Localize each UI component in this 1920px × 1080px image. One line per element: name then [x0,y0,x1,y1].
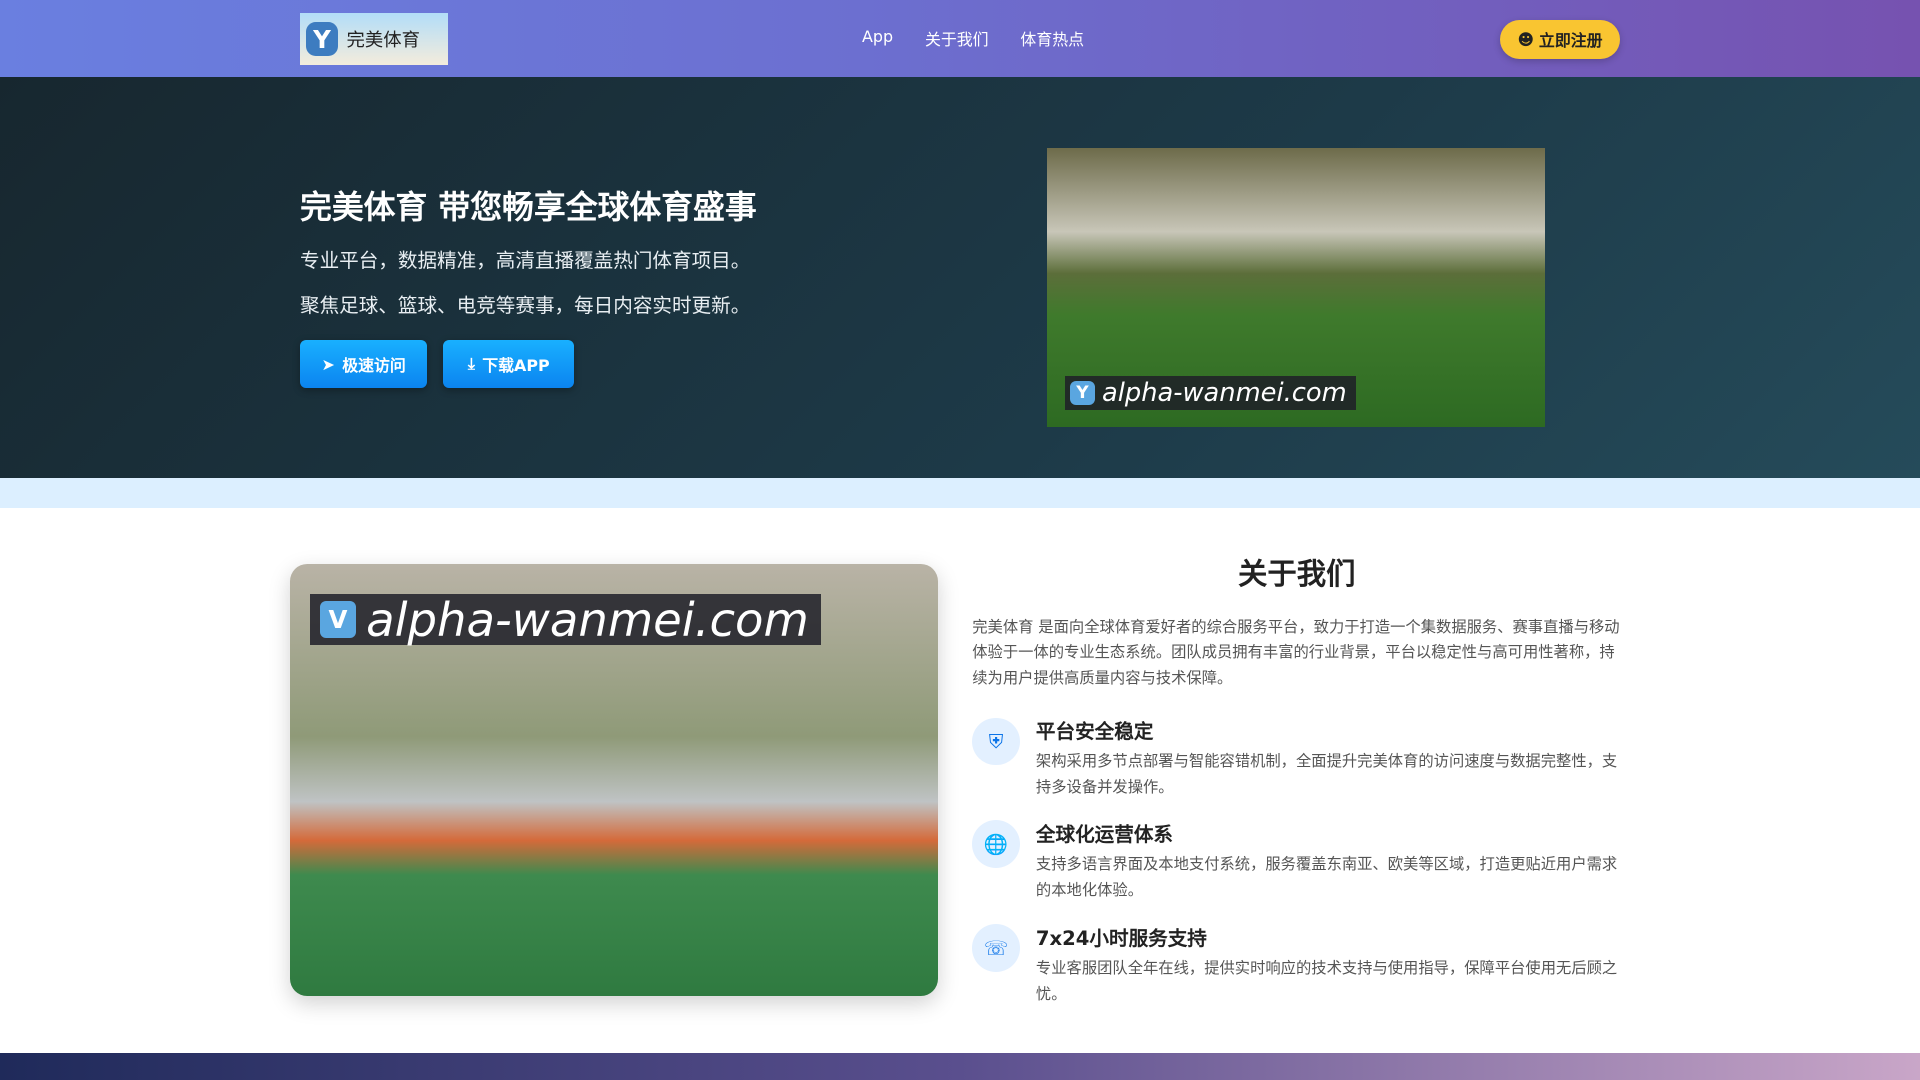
image-watermark: Y alpha-wanmei.com [1065,375,1357,411]
brand-name: 完美体育 [346,30,420,52]
watermark-logo-icon: V [319,601,357,638]
watermark-logo-icon: Y [1070,380,1095,406]
feature-item: 🌐 全球化运营体系 支持多语言界面及本地支付系统，服务覆盖东南亚、欧美等区域，打… [972,818,1621,903]
watermark-text: alpha-wanmei.com [1102,378,1347,409]
fast-access-label: 极速访问 [342,355,406,375]
top-nav: Y 完美体育 App 关于我们 体育热点 ☻ 立即注册 [0,0,1920,78]
hero-section: 完美体育 带您畅享全球体育盛事 专业平台，数据精准，高清直播覆盖热门体育项目。 … [0,77,1920,478]
feature-text: 架构采用多节点部署与智能容错机制，全面提升完美体育的访问速度与数据完整性，支持多… [1035,751,1618,796]
feature-title: 平台安全稳定 [1035,720,1154,744]
logo-icon: Y [306,22,338,57]
feature-title: 7x24小时服务支持 [1035,927,1207,951]
register-button[interactable]: ☻ 立即注册 [1500,19,1620,59]
nav-link-sports-news[interactable]: 体育热点 [1020,27,1084,50]
feature-text: 支持多语言界面及本地支付系统，服务覆盖东南亚、欧美等区域，打造更贴近用户需求的本… [1035,854,1618,899]
nav-link-app[interactable]: App [862,27,893,50]
hero-title: 完美体育 带您畅享全球体育盛事 [300,188,757,227]
feature-item: ⛨ 平台安全稳定 架构采用多节点部署与智能容错机制，全面提升完美体育的访问速度与… [972,715,1621,800]
register-label: 立即注册 [1538,30,1603,50]
brand-logo[interactable]: Y 完美体育 [300,13,449,65]
footer-band [0,1053,1920,1080]
about-team-image: V alpha-wanmei.com [290,564,938,996]
rocket-icon: ➤ [321,354,335,374]
hero-line-1: 专业平台，数据精准，高清直播覆盖热门体育项目。 [300,248,751,272]
hero-football-image: Y alpha-wanmei.com [1046,148,1546,428]
image-watermark: V alpha-wanmei.com [309,592,822,647]
feature-text: 专业客服团队全年在线，提供实时响应的技术支持与使用指导，保障平台使用无后顾之忧。 [1035,958,1618,1003]
feature-item: ☏ 7x24小时服务支持 专业客服团队全年在线，提供实时响应的技术支持与使用指导… [972,922,1621,1007]
download-icon: ⤓ [467,354,475,374]
section-divider [0,477,1920,509]
user-icon: ☻ [1517,29,1535,49]
about-title: 关于我们 [1237,557,1356,592]
headset-icon: ☏ [972,924,1020,973]
fast-access-button[interactable]: ➤ 极速访问 [300,340,428,389]
watermark-text: alpha-wanmei.com [366,592,809,647]
nav-links: App 关于我们 体育热点 [862,27,1084,50]
feature-title: 全球化运营体系 [1035,822,1173,846]
download-app-button[interactable]: ⤓ 下载APP [443,340,575,389]
hero-line-2: 聚焦足球、篮球、电竞等赛事，每日内容实时更新。 [300,293,751,317]
about-description: 完美体育 是面向全球体育爱好者的综合服务平台，致力于打造一个集数据服务、赛事直播… [972,617,1620,688]
download-app-label: 下载APP [482,355,550,375]
nav-link-about[interactable]: 关于我们 [925,27,989,50]
shield-icon: ⛨ [972,717,1020,766]
globe-icon: 🌐 [972,820,1020,869]
